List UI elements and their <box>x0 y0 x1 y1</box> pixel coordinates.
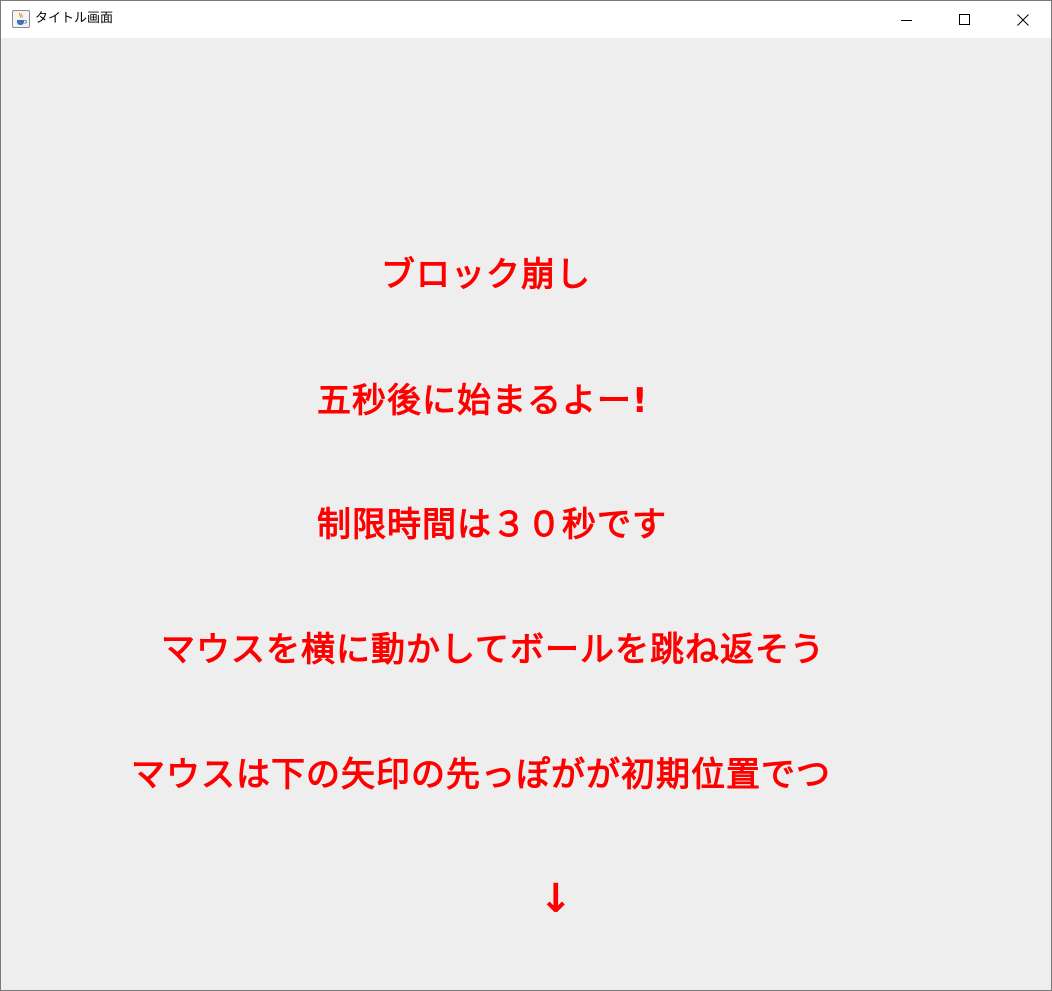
minimize-icon <box>901 19 912 21</box>
mouse-position-text: マウスは下の矢印の先っぽがが初期位置でつ <box>131 755 831 795</box>
java-cup-icon <box>12 10 30 28</box>
window-title: タイトル画面 <box>35 11 114 26</box>
maximize-button[interactable] <box>936 1 994 38</box>
app-window: タイトル画面 ブロック崩し 五秒後に始まるよー! 制限時間は３０秒です マウスを… <box>0 0 1052 991</box>
instruction-text: マウスを横に動かしてボールを跳ね返そう <box>161 630 825 670</box>
minimize-button[interactable] <box>878 1 936 38</box>
time-limit-text: 制限時間は３０秒です <box>317 505 667 545</box>
start-countdown-text: 五秒後に始まるよー! <box>317 381 649 421</box>
close-icon <box>1017 13 1029 26</box>
game-title: ブロック崩し <box>381 255 591 295</box>
maximize-icon <box>959 13 970 25</box>
down-arrow-icon: ↓ <box>539 876 574 922</box>
close-button[interactable] <box>994 1 1051 38</box>
title-screen-panel: ブロック崩し 五秒後に始まるよー! 制限時間は３０秒です マウスを横に動かしてボ… <box>1 38 1051 990</box>
title-bar[interactable]: タイトル画面 <box>1 1 1051 38</box>
